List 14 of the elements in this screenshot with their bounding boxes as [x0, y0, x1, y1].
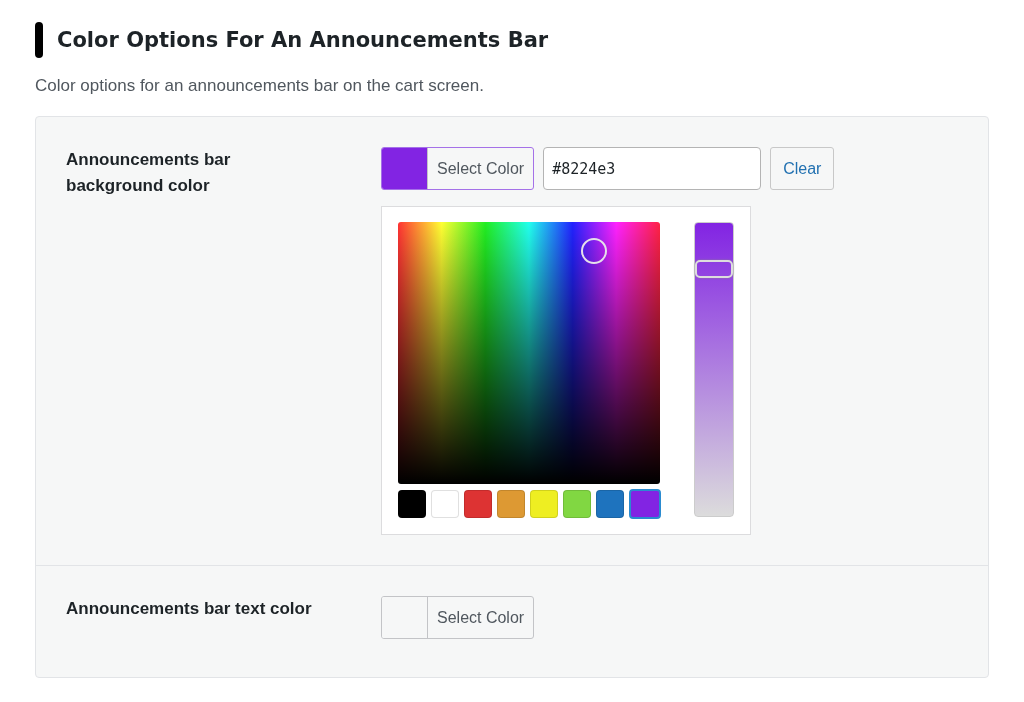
section-heading: Color Options For An Announcements Bar — [57, 28, 549, 52]
slider-handle[interactable] — [695, 259, 733, 278]
select-color-button[interactable]: Select Color — [381, 596, 535, 639]
select-color-button[interactable]: Select Color — [381, 147, 535, 190]
clear-button[interactable]: Clear — [770, 147, 835, 190]
setting-label: Announcements bar text color — [66, 598, 313, 620]
picker-ring-handle[interactable] — [581, 237, 608, 264]
saturation-slider-track[interactable] — [694, 222, 734, 517]
section-description: Color options for an announcements bar on the cart screen. — [35, 76, 485, 96]
palette-swatch[interactable] — [629, 489, 661, 519]
heading-accent-bar — [35, 22, 43, 58]
hue-value-gradient-field[interactable] — [398, 222, 660, 484]
setting-label: Announcements bar background color — [66, 149, 232, 197]
hex-color-input[interactable]: #8224e3 — [543, 147, 762, 190]
